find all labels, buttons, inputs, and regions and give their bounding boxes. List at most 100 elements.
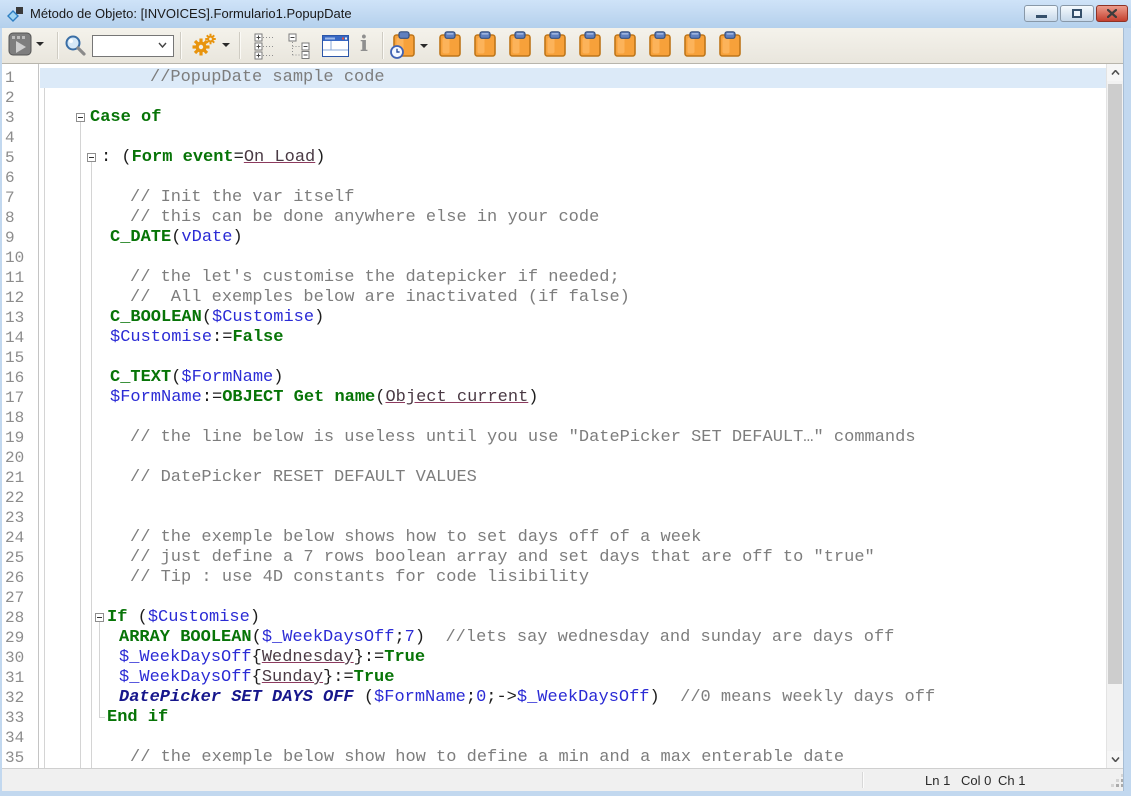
clipboard-button-4[interactable] (543, 31, 567, 64)
code-editor[interactable]: 1//PopupDate sample code23Case of45 : (Fo… (2, 64, 1106, 768)
search-button[interactable] (64, 34, 87, 57)
line-number: 35 (5, 749, 24, 767)
line-number: 6 (5, 169, 15, 187)
code-line[interactable]: 26// Tip : use 4D constants for code lis… (2, 568, 1106, 588)
clipboard-button-6[interactable] (613, 31, 637, 64)
macros-dropdown-arrow-icon[interactable] (222, 43, 230, 47)
code-line[interactable]: 20 (2, 448, 1106, 468)
clipboard-button-7[interactable] (648, 31, 672, 64)
clipboard-button-3[interactable] (508, 31, 532, 64)
window-title: Método de Objeto: [INVOICES].Formulario1… (30, 6, 352, 21)
line-number: 17 (5, 389, 24, 407)
search-input[interactable] (92, 35, 174, 57)
scrollbar-up-button[interactable] (1107, 64, 1123, 81)
code-line[interactable]: 1//PopupDate sample code (2, 68, 1106, 88)
code-line[interactable]: 10 (2, 248, 1106, 268)
clipboard-icon (543, 31, 567, 59)
code-line[interactable]: 30$_WeekDaysOff{Wednesday}:=True (2, 648, 1106, 668)
code-line[interactable]: 16C_TEXT($FormName) (2, 368, 1106, 388)
line-number: 12 (5, 289, 24, 307)
line-number: 5 (5, 149, 15, 167)
line-number: 22 (5, 489, 24, 507)
line-number: 14 (5, 329, 24, 347)
code-line[interactable]: 2 (2, 88, 1106, 108)
line-number: 13 (5, 309, 24, 327)
code-line[interactable]: 35 // the exemple below show how to defin… (2, 748, 1106, 768)
code-line[interactable]: 4 (2, 128, 1106, 148)
code-line[interactable]: 22 (2, 488, 1106, 508)
scrollbar-down-button[interactable] (1107, 751, 1123, 768)
code-line[interactable]: 17 $FormName:=OBJECT Get name(Object curr… (2, 388, 1106, 408)
clipboard-clock-icon (390, 31, 416, 60)
code-text: // the line below is useless until you u… (40, 428, 916, 448)
line-number: 24 (5, 529, 24, 547)
titlebar[interactable]: Método de Objeto: [INVOICES].Formulario1… (0, 0, 1131, 29)
code-line[interactable]: 25// just define a 7 rows boolean array … (2, 548, 1106, 568)
clipboard-history-button[interactable] (390, 31, 428, 60)
code-line[interactable]: 11// the let's customise the datepicker … (2, 268, 1106, 288)
code-line[interactable]: 13 C_BOOLEAN($Customise) (2, 308, 1106, 328)
macros-button[interactable] (190, 32, 230, 58)
code-line[interactable]: 14$Customise:=False (2, 328, 1106, 348)
code-line[interactable]: 23 (2, 508, 1106, 528)
code-text: C_BOOLEAN($Customise) (40, 308, 324, 328)
code-text: // the exemple below show how to define … (40, 748, 844, 768)
vertical-scrollbar[interactable] (1106, 64, 1123, 768)
fold-toggle[interactable] (76, 113, 85, 122)
scrollbar-thumb[interactable] (1108, 84, 1122, 684)
code-line[interactable]: 24 // the exemple below shows how to set … (2, 528, 1106, 548)
code-line[interactable]: 29ARRAY BOOLEAN($_WeekDaysOff;7) //lets … (2, 628, 1106, 648)
code-line[interactable]: 31$_WeekDaysOff{Sunday}:=True (2, 668, 1106, 688)
info-button[interactable]: i (360, 31, 368, 57)
code-text: $_WeekDaysOff{Wednesday}:=True (40, 648, 425, 668)
window-frame (1123, 28, 1131, 791)
code-text: If ($Customise) (40, 608, 260, 628)
run-method-button[interactable] (8, 32, 44, 56)
code-line[interactable]: 21// DatePicker RESET DEFAULT VALUES (2, 468, 1106, 488)
code-line[interactable]: 15 (2, 348, 1106, 368)
code-line[interactable]: 28If ($Customise) (2, 608, 1106, 628)
code-line[interactable]: 27 (2, 588, 1106, 608)
clipboard-button-5[interactable] (578, 31, 602, 64)
close-button[interactable] (1096, 5, 1128, 22)
code-text: // Init the var itself (40, 188, 354, 208)
run-dropdown-arrow-icon[interactable] (36, 42, 44, 46)
line-number: 33 (5, 709, 24, 727)
code-line[interactable]: 34 (2, 728, 1106, 748)
clipboard-button-1[interactable] (438, 31, 462, 64)
code-text: : (Form event=On Load) (40, 148, 325, 168)
maximize-button[interactable] (1060, 5, 1094, 22)
code-line[interactable]: 32DatePicker SET DAYS OFF ($FormName;0;-… (2, 688, 1106, 708)
code-line[interactable]: 12// All exemples below are inactivated … (2, 288, 1106, 308)
code-text: // the exemple below shows how to set da… (40, 528, 701, 548)
code-line[interactable]: 19// the line below is useless until you… (2, 428, 1106, 448)
form-preview-button[interactable] (322, 35, 349, 57)
minimize-button[interactable] (1024, 5, 1058, 22)
code-line[interactable]: 3Case of (2, 108, 1106, 128)
clipboard-button-8[interactable] (683, 31, 707, 64)
expand-all-button[interactable] (254, 33, 276, 60)
method-editor-window: Método de Objeto: [INVOICES].Formulario1… (0, 0, 1131, 796)
clipboard-button-2[interactable] (473, 31, 497, 64)
clipboard-button-9[interactable] (718, 31, 742, 64)
code-line[interactable]: 18 (2, 408, 1106, 428)
run-method-icon (8, 32, 32, 56)
fold-toggle[interactable] (87, 153, 96, 162)
code-line[interactable]: 8// this can be done anywhere else in yo… (2, 208, 1106, 228)
collapse-all-button[interactable] (288, 33, 312, 60)
info-icon: i (360, 31, 368, 57)
code-line[interactable]: 6 (2, 168, 1106, 188)
code-text: End if (40, 708, 168, 728)
clipboard-history-dropdown-arrow-icon[interactable] (420, 44, 428, 48)
code-text: $FormName:=OBJECT Get name(Object curren… (40, 388, 539, 408)
code-line[interactable]: 9C_DATE(vDate) (2, 228, 1106, 248)
chevron-down-icon (1111, 757, 1120, 762)
code-text: // just define a 7 rows boolean array an… (40, 548, 875, 568)
code-line[interactable]: 5 : (Form event=On Load) (2, 148, 1106, 168)
code-line[interactable]: 7// Init the var itself (2, 188, 1106, 208)
line-number: 26 (5, 569, 24, 587)
fold-toggle[interactable] (95, 613, 104, 622)
code-line[interactable]: 33 End if (2, 708, 1106, 728)
line-number: 34 (5, 729, 24, 747)
code-text: ARRAY BOOLEAN($_WeekDaysOff;7) //lets sa… (40, 628, 894, 648)
